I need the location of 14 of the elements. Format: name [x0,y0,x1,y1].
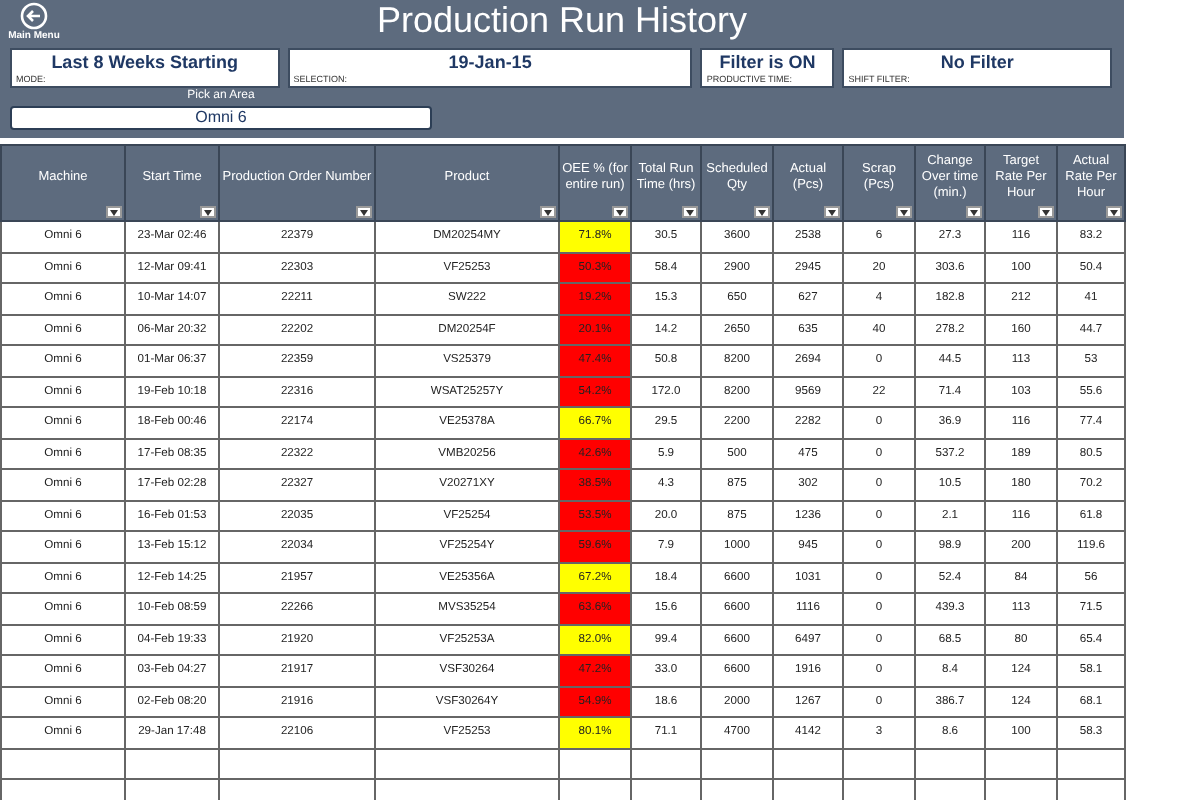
filter-button[interactable] [612,206,628,218]
filter-button[interactable] [682,206,698,218]
filter-button[interactable] [754,206,770,218]
filter-button[interactable] [966,206,982,218]
filter-button[interactable] [106,206,122,218]
area-dropdown[interactable]: Omni 6 [10,106,432,130]
filter-button[interactable] [1038,206,1054,218]
filter-button[interactable] [200,206,216,218]
filter-button[interactable] [356,206,372,218]
page-title: Production Run History [374,0,750,40]
filter-button[interactable] [824,206,840,218]
filter-button[interactable] [896,206,912,218]
filter-button[interactable] [540,206,556,218]
filter-button[interactable] [1106,206,1122,218]
